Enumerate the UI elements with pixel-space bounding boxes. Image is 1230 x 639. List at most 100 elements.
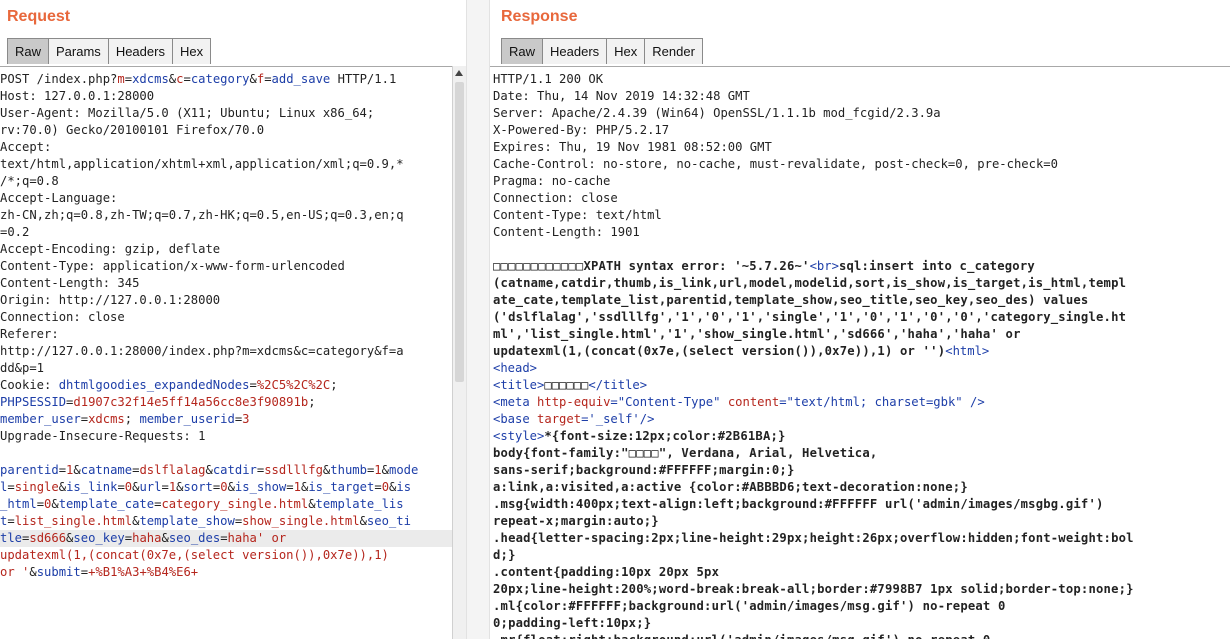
request-text-segment: &: [29, 565, 37, 579]
response-line: Date: Thu, 14 Nov 2019 14:32:48 GMT: [493, 88, 1230, 105]
request-text-segment: =: [80, 412, 89, 426]
request-line: User-Agent: Mozilla/5.0 (X11; Ubuntu; Li…: [0, 105, 452, 122]
response-text-segment: </title>: [588, 378, 648, 392]
request-text-segment: is_target: [308, 480, 375, 494]
response-line: .mr{float:right;background:url('admin/im…: [493, 632, 1230, 639]
response-text-segment: 0;padding-left:10px;}: [493, 616, 652, 630]
response-viewer[interactable]: HTTP/1.1 200 OK Date: Thu, 14 Nov 2019 14…: [490, 66, 1230, 639]
response-line: ('dslflalag','ssdlllfg','1','0','1','sin…: [493, 309, 1230, 326]
request-text-segment: list_single.html: [14, 514, 133, 528]
response-line: repeat-x;margin:auto;}: [493, 513, 1230, 530]
request-line: Accept-Language:: [0, 190, 452, 207]
response-text-segment: http-equiv: [537, 395, 611, 409]
request-text-segment: =: [124, 72, 133, 86]
request-text-segment: POST /index.php?: [0, 72, 118, 86]
response-tab-raw[interactable]: Raw: [501, 38, 544, 64]
request-text-segment: Accept:: [0, 140, 52, 154]
response-line: <style>*{font-size:12px;color:#2B61BA;}: [493, 428, 1230, 445]
response-text-segment: body{font-family:"□□□□", Verdana, Arial,…: [493, 446, 878, 460]
request-scrollbar[interactable]: [452, 66, 466, 639]
request-text-segment: category_single.html: [161, 497, 309, 511]
request-line: Host: 127.0.0.1:28000: [0, 88, 452, 105]
response-text-segment: Date: Thu, 14 Nov 2019 14:32:48 GMT: [493, 89, 750, 103]
request-line: text/html,application/xhtml+xml,applicat…: [0, 156, 452, 173]
response-line: <head>: [493, 360, 1230, 377]
response-text-segment: .mr{float:right;background:url('admin/im…: [493, 633, 990, 639]
request-text-segment: template_cate: [58, 497, 155, 511]
response-text-segment: ml','list_single.html','1','show_single.…: [493, 327, 1021, 341]
request-line: Cookie: dhtmlgoodies_expandedNodes=%2C5%…: [0, 377, 452, 394]
request-text-segment: submit: [36, 565, 81, 579]
request-text-segment: =: [249, 378, 257, 392]
response-tabs: Raw Headers Hex Render: [501, 38, 703, 65]
response-tab-headers[interactable]: Headers: [542, 38, 608, 64]
request-text-segment: /*;q=0.8: [0, 174, 59, 188]
request-text-segment: &: [73, 463, 81, 477]
response-text-segment: "text/html; charset=gbk": [786, 395, 963, 409]
response-text-segment: Pragma: no-cache: [493, 174, 611, 188]
pane-splitter[interactable]: [466, 0, 490, 639]
request-text-segment: xdcms: [132, 72, 169, 86]
request-text-segment: is: [396, 480, 412, 494]
response-line: .content{padding:10px 20px 5px: [493, 564, 1230, 581]
request-text-segment: show_single.html: [242, 514, 360, 528]
request-text-segment: seo_des: [168, 531, 221, 545]
response-text-segment: sql:insert into c_category: [838, 259, 1035, 273]
request-tabs: Raw Params Headers Hex: [7, 38, 212, 65]
response-line: Expires: Thu, 19 Nov 1981 08:52:00 GMT: [493, 139, 1230, 156]
request-tab-hex[interactable]: Hex: [171, 38, 212, 64]
response-line: body{font-family:"□□□□", Verdana, Arial,…: [493, 445, 1230, 462]
request-text-segment: sort: [183, 480, 213, 494]
request-text-segment: &: [308, 497, 316, 511]
response-tab-render[interactable]: Render: [644, 38, 703, 64]
request-tab-raw[interactable]: Raw: [7, 38, 50, 64]
response-line: a:link,a:visited,a:active {color:#ABBBD6…: [493, 479, 1230, 496]
request-text-segment: member_user: [0, 412, 81, 426]
response-text-segment: updatexml(1,(concat(0x7e,(select version…: [493, 344, 946, 358]
request-text-segment: =: [264, 72, 272, 86]
request-scroll-thumb[interactable]: [455, 82, 464, 382]
request-tab-params[interactable]: Params: [48, 38, 109, 64]
request-text-segment: m: [117, 72, 125, 86]
response-text-segment: <br>: [809, 259, 839, 273]
request-line: Origin: http://127.0.0.1:28000: [0, 292, 452, 309]
request-text-segment: %2C5%2C%2C: [256, 378, 331, 392]
request-editor[interactable]: POST /index.php?m=xdcms&c=category&f=add…: [0, 66, 452, 639]
response-text-segment: <title>: [493, 378, 545, 392]
request-text-segment: 0: [220, 480, 228, 494]
scroll-up-arrow-icon[interactable]: [455, 70, 463, 76]
response-line: .ml{color:#FFFFFF;background:url('admin/…: [493, 598, 1230, 615]
request-line: or '&submit=+%B1%A3+%B4%E6+: [0, 564, 452, 581]
response-line: sans-serif;background:#FFFFFF;margin:0;}: [493, 462, 1230, 479]
response-line: X-Powered-By: PHP/5.2.17: [493, 122, 1230, 139]
response-text-segment: content: [727, 395, 780, 409]
response-text-segment: <meta: [493, 395, 538, 409]
request-text-segment: ssdlllfg: [264, 463, 323, 477]
request-text-segment: =: [36, 497, 45, 511]
request-text-segment: Content-Length: 345: [0, 276, 140, 290]
request-line: t=list_single.html&template_show=show_si…: [0, 513, 452, 530]
response-text-segment: .msg{width:400px;text-align:left;backgro…: [493, 497, 1104, 511]
response-line: updatexml(1,(concat(0x7e,(select version…: [493, 343, 1230, 360]
request-tab-headers[interactable]: Headers: [107, 38, 173, 64]
request-line: rv:70.0) Gecko/20100101 Firefox/70.0: [0, 122, 452, 139]
request-text-segment: 1: [374, 463, 382, 477]
response-text-segment: Connection: close: [493, 191, 618, 205]
request-text-segment: text/html,application/xhtml+xml,applicat…: [0, 157, 404, 171]
request-text-segment: url: [139, 480, 162, 494]
request-text-segment: catdir: [212, 463, 257, 477]
response-line: Cache-Control: no-store, no-cache, must-…: [493, 156, 1230, 173]
request-text-segment: thumb: [330, 463, 367, 477]
response-tab-hex[interactable]: Hex: [606, 38, 646, 64]
request-line: Accept:: [0, 139, 452, 156]
request-text-segment: &: [249, 72, 257, 86]
request-text-segment: seo_key: [73, 531, 125, 545]
request-text-segment: dhtmlgoodies_expandedNodes: [58, 378, 250, 392]
response-text-segment: Content-Length: 1901: [493, 225, 640, 239]
request-text-segment: ;: [308, 395, 316, 409]
response-line: <title>□□□□□□</title>: [493, 377, 1230, 394]
response-line: (catname,catdir,thumb,is_link,url,model,…: [493, 275, 1230, 292]
response-line: <base target='_self'/>: [493, 411, 1230, 428]
request-line: tle=sd666&seo_key=haha&seo_des=haha' or: [0, 530, 452, 547]
request-title: Request: [7, 8, 71, 25]
